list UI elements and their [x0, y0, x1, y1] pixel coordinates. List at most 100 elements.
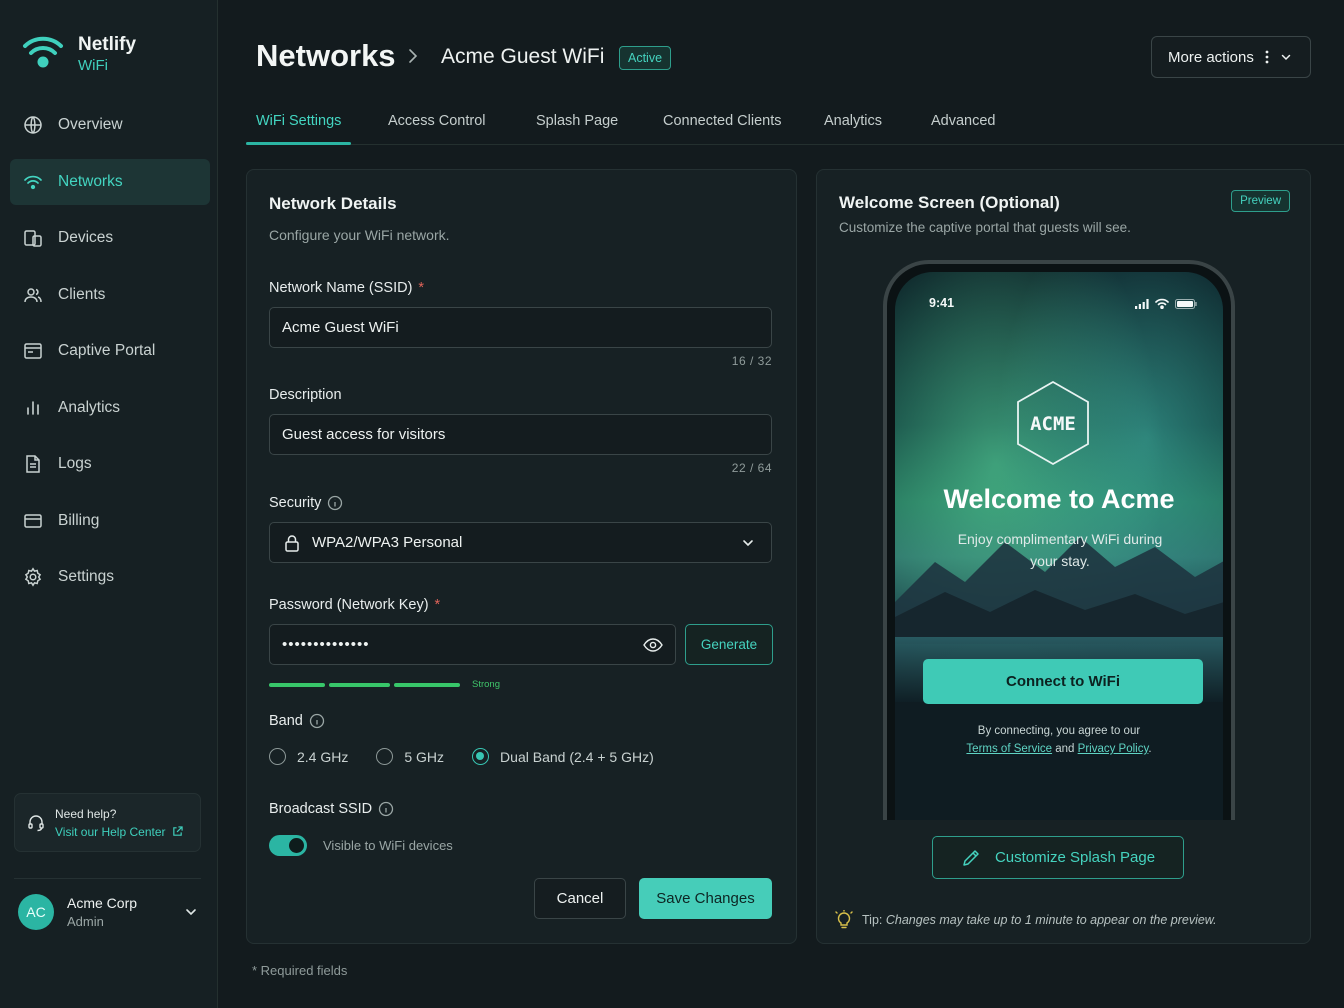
- page-header: Networks Acme Guest WiFi Active More act…: [218, 0, 1344, 145]
- save-button[interactable]: Save Changes: [639, 878, 772, 919]
- sidebar-item-clients[interactable]: Clients: [10, 272, 210, 318]
- agree-and: and: [1055, 743, 1075, 755]
- tip-label: Tip:: [862, 913, 883, 927]
- description-value: Guest access for visitors: [282, 426, 446, 443]
- broadcast-ssid-label: Broadcast SSID: [269, 801, 394, 817]
- password-label-text: Password (Network Key): [269, 597, 429, 613]
- user-menu[interactable]: AC Acme Corp Admin: [18, 894, 198, 930]
- avatar: AC: [18, 894, 54, 930]
- tab-access-control[interactable]: Access Control: [388, 113, 486, 129]
- signal-icon: [1135, 298, 1149, 309]
- network-details-card: Network Details Configure your WiFi netw…: [246, 169, 797, 944]
- generate-password-button[interactable]: Generate: [685, 624, 773, 665]
- help-center-link[interactable]: Visit our Help Center: [55, 825, 183, 839]
- page-title[interactable]: Networks: [256, 38, 396, 74]
- sidebar-item-billing[interactable]: Billing: [10, 498, 210, 544]
- tab-bar: WiFi Settings Access Control Splash Page…: [246, 100, 1344, 145]
- sidebar-item-label: Captive Portal: [58, 342, 156, 359]
- toggle-label: Visible to WiFi devices: [323, 838, 453, 853]
- sidebar-nav: Overview Networks Devices Clients Captiv…: [10, 102, 210, 611]
- chevron-down-icon: [186, 909, 196, 916]
- chevron-down-icon: [1281, 54, 1291, 61]
- user-name: Acme Corp: [67, 895, 138, 911]
- active-tab-indicator: [246, 142, 351, 145]
- sidebar-item-overview[interactable]: Overview: [10, 102, 210, 148]
- security-label: Security: [269, 495, 343, 511]
- ssid-input[interactable]: Acme Guest WiFi: [269, 307, 772, 348]
- sidebar-item-analytics[interactable]: Analytics: [10, 385, 210, 431]
- tab-connected-clients[interactable]: Connected Clients: [663, 113, 782, 129]
- strength-segment: [329, 682, 390, 687]
- document-icon: [26, 455, 40, 473]
- sidebar-item-label: Networks: [58, 172, 123, 190]
- ssid-char-count: 16 / 32: [731, 354, 772, 368]
- more-actions-button[interactable]: More actions: [1151, 36, 1311, 78]
- broadcast-ssid-toggle[interactable]: [269, 835, 307, 856]
- tab-wifi-settings[interactable]: WiFi Settings: [256, 113, 341, 129]
- sidebar-item-captive-portal[interactable]: Captive Portal: [10, 328, 210, 374]
- external-link-icon: [172, 826, 183, 836]
- band-radio-2-4ghz[interactable]: 2.4 GHz: [269, 748, 348, 765]
- sidebar-item-label: Devices: [58, 229, 114, 246]
- radio-label: 5 GHz: [404, 748, 445, 765]
- connect-to-wifi-button[interactable]: Connect to WiFi: [923, 659, 1203, 704]
- users-icon: [24, 287, 42, 302]
- brand-logo[interactable]: Netlify WiFi: [22, 34, 136, 75]
- gear-icon: [24, 567, 42, 587]
- bar-chart-icon: [27, 400, 39, 415]
- globe-icon: [24, 116, 42, 134]
- password-label: Password (Network Key) *: [269, 597, 440, 613]
- kebab-icon: [1265, 50, 1269, 64]
- tab-analytics[interactable]: Analytics: [824, 113, 882, 129]
- headset-icon: [28, 814, 44, 831]
- phone-status-icons: [1135, 298, 1197, 309]
- battery-icon: [1175, 298, 1197, 309]
- ssid-label-text: Network Name (SSID): [269, 280, 413, 296]
- radio-dot: [472, 748, 490, 765]
- security-select[interactable]: WPA2/WPA3 Personal: [269, 522, 772, 563]
- ssid-value: Acme Guest WiFi: [282, 319, 399, 336]
- phone-time: 9:41: [929, 296, 955, 310]
- pencil-icon: [963, 849, 979, 866]
- lock-icon: [285, 534, 299, 552]
- card-subtitle: Configure your WiFi network.: [269, 227, 450, 243]
- eye-icon[interactable]: [643, 637, 663, 652]
- agree-prefix: By connecting, you agree to our: [977, 725, 1141, 737]
- terms-of-service-link[interactable]: Terms of Service: [966, 743, 1052, 755]
- radio-dot: [269, 748, 286, 765]
- info-icon[interactable]: [327, 495, 343, 511]
- info-icon[interactable]: [309, 713, 325, 729]
- password-value: ••••••••••••••: [282, 636, 370, 653]
- band-radio-dual[interactable]: Dual Band (2.4 + 5 GHz): [472, 748, 654, 765]
- band-radio-5ghz[interactable]: 5 GHz: [376, 748, 444, 765]
- description-label: Description: [269, 387, 342, 403]
- brand-name: Netlify: [78, 34, 137, 55]
- description-input[interactable]: Guest access for visitors: [269, 414, 772, 455]
- privacy-policy-link[interactable]: Privacy Policy: [1078, 743, 1149, 755]
- chevron-down-icon: [743, 539, 753, 546]
- agree-period: .: [1148, 743, 1152, 755]
- customize-splash-page-button[interactable]: Customize Splash Page: [932, 836, 1184, 879]
- broadcast-label-text: Broadcast SSID: [269, 801, 373, 817]
- tip-text: Changes may take up to 1 minute to appea…: [885, 913, 1217, 927]
- sidebar-item-devices[interactable]: Devices: [10, 215, 210, 261]
- sidebar-item-label: Logs: [58, 455, 92, 472]
- info-icon[interactable]: [378, 801, 394, 817]
- sidebar-item-networks[interactable]: Networks: [10, 158, 210, 205]
- sidebar-item-label: Settings: [58, 568, 115, 585]
- sidebar-item-label: Clients: [58, 285, 106, 303]
- tab-advanced[interactable]: Advanced: [931, 113, 996, 129]
- security-label-text: Security: [269, 495, 322, 511]
- acme-hexagon-logo: ACME: [1017, 380, 1089, 466]
- wifi-logo-icon: [22, 34, 64, 75]
- phone-mockup: 9:41 ACME Welcome to Acme Enjoy complime…: [883, 260, 1235, 820]
- cancel-button[interactable]: Cancel: [534, 878, 626, 919]
- band-label-text: Band: [269, 713, 303, 729]
- sidebar-item-settings[interactable]: Settings: [10, 554, 210, 600]
- description-char-count: 22 / 64: [731, 461, 772, 475]
- wifi-icon: [1155, 298, 1169, 309]
- password-input[interactable]: ••••••••••••••: [269, 624, 676, 665]
- strength-segment: [394, 682, 460, 687]
- sidebar-item-logs[interactable]: Logs: [10, 441, 210, 487]
- tab-splash-page[interactable]: Splash Page: [536, 113, 618, 129]
